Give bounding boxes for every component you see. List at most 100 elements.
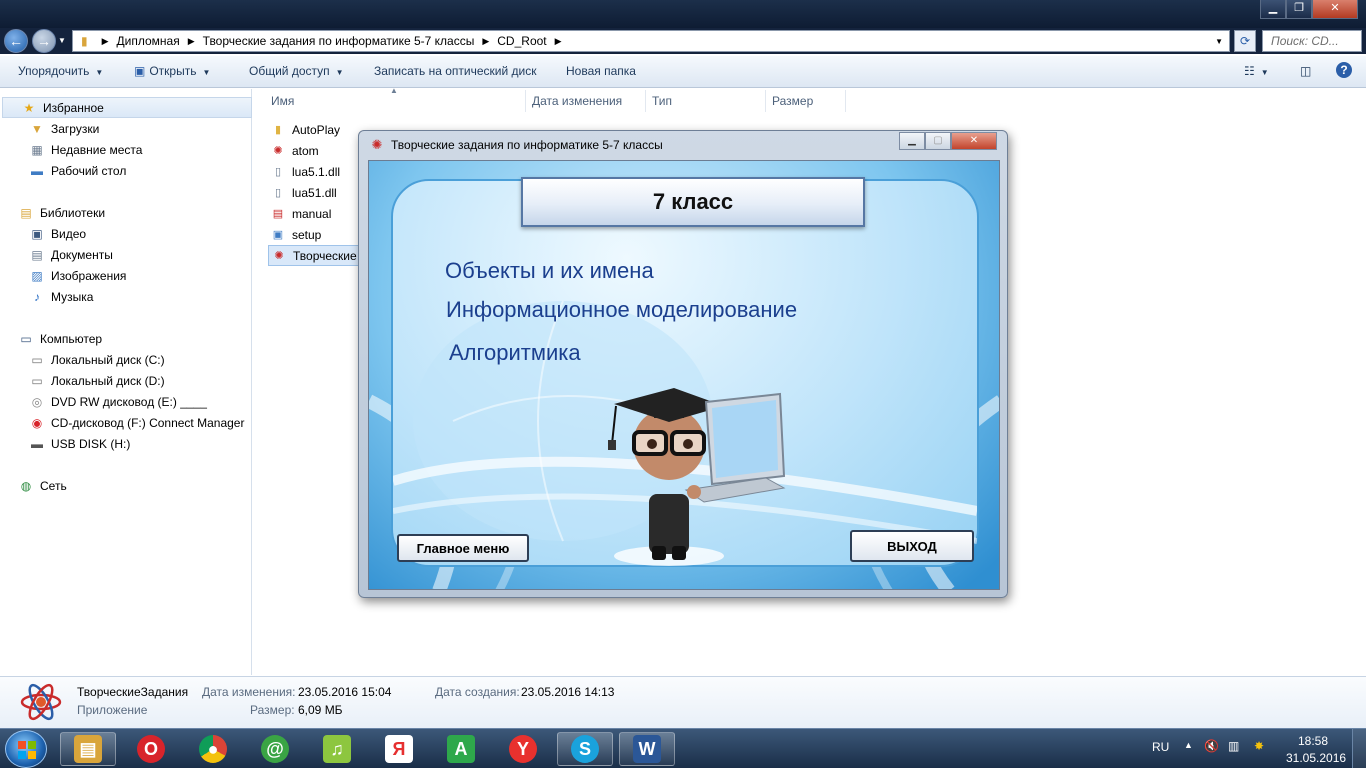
nav-label: Видео [51, 226, 87, 241]
maximize-button[interactable]: ❐ [1286, 0, 1312, 19]
app-content: 7 класс Объекты и их имена Информационно… [368, 160, 1000, 590]
topic-link-modeling[interactable]: Информационное моделирование [446, 297, 797, 323]
exit-button[interactable]: ВЫХОД [850, 530, 974, 562]
downloads-icon: ▼ [31, 121, 43, 136]
column-divider[interactable] [525, 90, 526, 112]
nav-music[interactable]: ♪ Музыка [0, 286, 252, 307]
clock-date[interactable]: 31.05.2016 [1286, 751, 1346, 765]
nav-video[interactable]: ▣ Видео [0, 223, 252, 244]
preview-pane-icon[interactable]: ◫ [1300, 64, 1311, 78]
breadcrumb-item[interactable]: CD_Root [497, 34, 546, 48]
network-status-icon[interactable]: ▥ [1228, 739, 1239, 753]
clock-time[interactable]: 18:58 [1298, 734, 1328, 748]
minimize-button[interactable]: ▁ [1260, 0, 1286, 19]
file-row-selected[interactable]: ✺ Творческие [268, 245, 360, 266]
organize-button[interactable]: Упорядочить ▼ [18, 64, 103, 78]
taskbar-explorer-button[interactable]: ▤ [60, 732, 116, 766]
nav-drive-f[interactable]: ◉ CD-дисковод (F:) Connect Manager [0, 412, 252, 433]
yandex-icon: Я [385, 735, 413, 763]
taskbar-word-button[interactable]: W [619, 732, 675, 766]
nav-documents[interactable]: ▤ Документы [0, 244, 252, 265]
volume-muted-icon[interactable]: 🔇 [1204, 739, 1219, 753]
burn-button[interactable]: Записать на оптический диск [374, 64, 537, 78]
nav-drive-e[interactable]: ◎ DVD RW дисковод (E:) ____ [0, 391, 252, 412]
taskbar-skype-button[interactable]: S [557, 732, 613, 766]
column-date[interactable]: Дата изменения [532, 94, 622, 108]
main-menu-button[interactable]: Главное меню [397, 534, 529, 562]
show-desktop-button[interactable] [1352, 729, 1366, 768]
nav-label: Локальный диск (D:) [51, 373, 165, 388]
open-button[interactable]: ▣ Открыть ▼ [134, 64, 210, 78]
column-divider[interactable] [845, 90, 846, 112]
address-row: ← → ▼ ▮ ▶ Дипломная ▶ Творческие задания… [0, 28, 1366, 54]
nav-label: Библиотеки [40, 205, 106, 220]
taskbar-music-button[interactable]: ♫ [309, 732, 365, 766]
pdf-icon: ▤ [272, 207, 284, 220]
help-icon[interactable]: ? [1336, 62, 1352, 78]
nav-pictures[interactable]: ▨ Изображения [0, 265, 252, 286]
taskbar-yandex-button[interactable]: Я [371, 732, 427, 766]
mail-icon: @ [261, 735, 289, 763]
file-name: atom [292, 143, 319, 158]
app-minimize-button[interactable]: ▁ [899, 132, 925, 150]
file-name: Творческие [293, 248, 357, 263]
start-button[interactable] [5, 730, 47, 768]
new-folder-button[interactable]: Новая папка [566, 64, 636, 78]
nav-network[interactable]: ◍ Сеть [0, 475, 252, 496]
view-options-icon[interactable]: ☷ ▼ [1244, 64, 1269, 78]
details-filename: ТворческиеЗадания [77, 685, 189, 699]
column-size[interactable]: Размер [772, 94, 813, 108]
nav-drive-d[interactable]: ▭ Локальный диск (D:) [0, 370, 252, 391]
nav-recent[interactable]: ▦ Недавние места [0, 139, 252, 160]
file-row[interactable]: ▣ setup [270, 224, 322, 245]
file-row[interactable]: ▤ manual [270, 203, 332, 224]
desktop-icon: ▬ [31, 163, 43, 178]
taskbar-mail-button[interactable]: @ [247, 732, 303, 766]
nav-desktop[interactable]: ▬ Рабочий стол [0, 160, 252, 181]
column-name[interactable]: Имя [271, 94, 294, 108]
show-hidden-icons-icon[interactable]: ▲ [1184, 740, 1193, 750]
network-icon: ◍ [20, 478, 32, 493]
address-bar[interactable]: ▮ ▶ Дипломная ▶ Творческие задания по ин… [72, 30, 1230, 52]
language-indicator[interactable]: RU [1152, 740, 1169, 754]
history-dropdown-icon[interactable]: ▼ [58, 36, 66, 45]
file-row[interactable]: ▮ AutoPlay [270, 119, 340, 140]
nav-drive-h[interactable]: ▬ USB DISK (H:) [0, 433, 252, 454]
taskbar-opera-button[interactable]: O [123, 732, 179, 766]
breadcrumb-item[interactable]: Дипломная [117, 34, 180, 48]
app-close-button[interactable]: ✕ [951, 132, 997, 150]
nav-downloads[interactable]: ▼ Загрузки [0, 118, 252, 139]
forward-button[interactable]: → [32, 29, 56, 53]
computer-icon: ▭ [20, 331, 32, 346]
back-button[interactable]: ← [4, 29, 28, 53]
search-input[interactable]: Поиск: CD... [1262, 30, 1362, 52]
file-row[interactable]: ✺ atom [270, 140, 319, 161]
taskbar: ▤ O ● @ ♫ Я A Y S W RU ▲ 🔇 ▥ ✸ 18:58 31.… [0, 728, 1366, 768]
taskbar-yandex-browser-button[interactable]: Y [495, 732, 551, 766]
nav-computer[interactable]: ▭ Компьютер [0, 328, 252, 349]
column-type[interactable]: Тип [652, 94, 672, 108]
details-created-label: Дата создания: [435, 685, 520, 699]
notification-icon[interactable]: ✸ [1254, 739, 1264, 753]
app-maximize-button[interactable]: ▢ [925, 132, 951, 150]
nav-drive-c[interactable]: ▭ Локальный диск (C:) [0, 349, 252, 370]
refresh-button[interactable]: ⟳ [1234, 30, 1256, 52]
column-divider[interactable] [645, 90, 646, 112]
nav-label: Компьютер [40, 331, 103, 346]
topic-link-objects[interactable]: Объекты и их имена [445, 258, 654, 284]
column-divider[interactable] [765, 90, 766, 112]
breadcrumb-item[interactable]: Творческие задания по информатике 5-7 кл… [203, 34, 475, 48]
nav-libraries[interactable]: ▤ Библиотеки [0, 202, 252, 223]
music-icon: ♫ [323, 735, 351, 763]
file-row[interactable]: ▯ lua51.dll [270, 182, 337, 203]
taskbar-chrome-button[interactable]: ● [185, 732, 241, 766]
taskbar-app-a-button[interactable]: A [433, 732, 489, 766]
nav-favorites[interactable]: ★ Избранное [2, 97, 252, 118]
address-dropdown-icon[interactable]: ▼ [1215, 37, 1223, 46]
nav-label: CD-дисковод (F:) Connect Manager [51, 415, 245, 430]
share-button[interactable]: Общий доступ ▼ [249, 64, 344, 78]
topic-link-algorithms[interactable]: Алгоритмика [449, 340, 581, 366]
close-button[interactable]: ✕ [1312, 0, 1358, 19]
file-row[interactable]: ▯ lua5.1.dll [270, 161, 340, 182]
star-icon: ★ [23, 100, 35, 115]
